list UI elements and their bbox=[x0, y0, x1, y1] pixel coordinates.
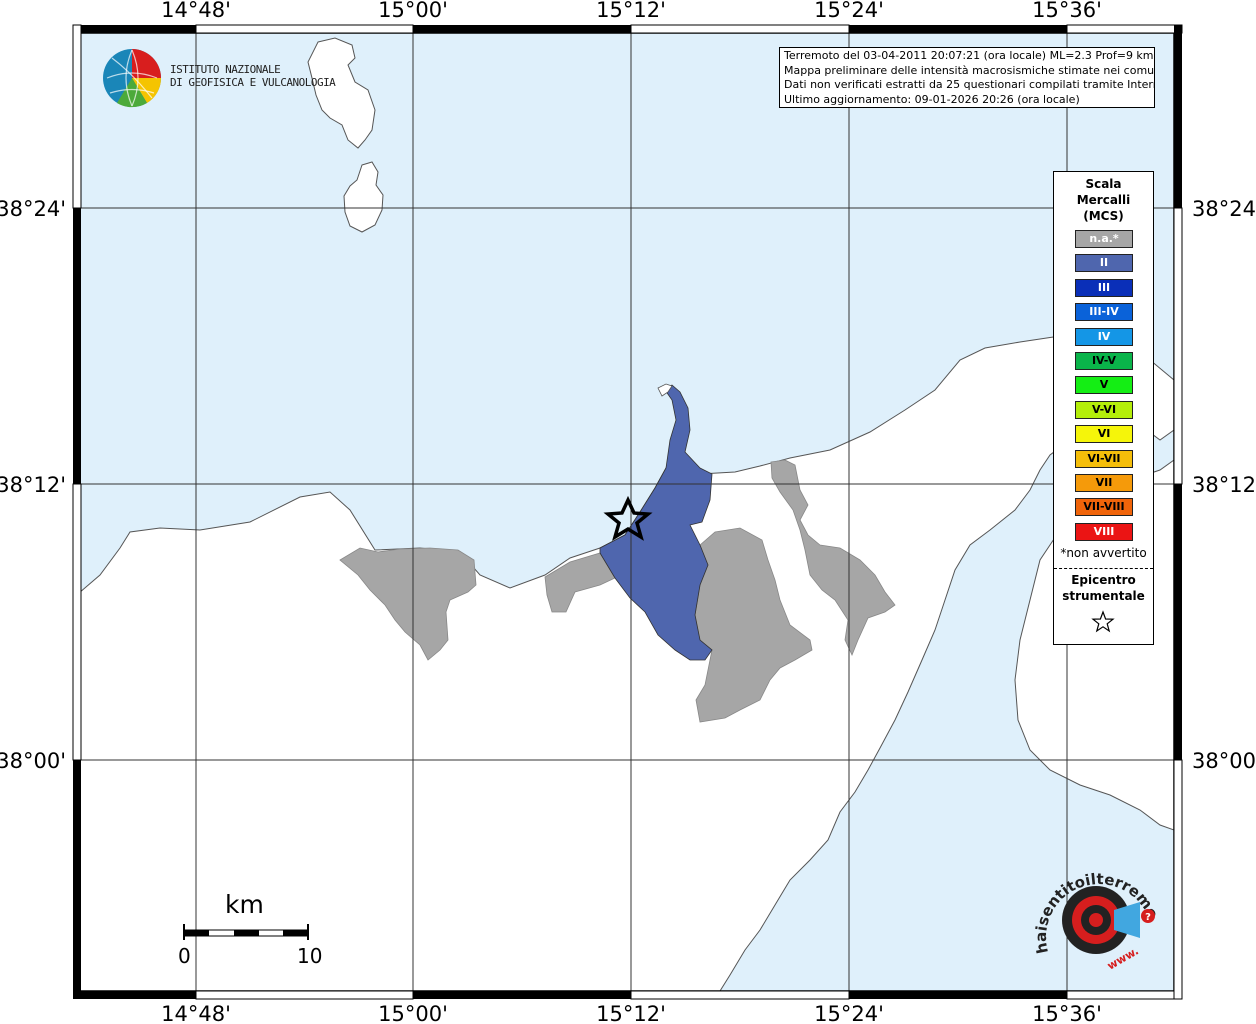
event-info-line2: Mappa preliminare delle intensità macros… bbox=[784, 63, 1155, 77]
legend-item-ii: II bbox=[1075, 254, 1133, 273]
bottom-tick-1: 14°48' bbox=[161, 1002, 231, 1024]
right-tick-3: 38°00' bbox=[1192, 749, 1256, 773]
top-tick-4: 15°24' bbox=[814, 0, 884, 22]
legend-item-vi-vii: VI-VII bbox=[1075, 449, 1133, 468]
scale-end: 10 bbox=[297, 944, 323, 968]
event-info-line3: Dati non verificati estratti da 25 quest… bbox=[784, 78, 1155, 92]
right-tick-1: 38°24' bbox=[1192, 197, 1256, 221]
bottom-tick-3: 15°12' bbox=[596, 1002, 666, 1024]
ingv-globe-icon bbox=[103, 49, 162, 108]
bottom-tick-5: 15°36' bbox=[1032, 1002, 1102, 1024]
legend-item-v: V bbox=[1075, 376, 1133, 395]
legend-item-vii: VII bbox=[1075, 474, 1133, 492]
legend-item-vi: VI bbox=[1075, 425, 1133, 444]
legend-item-vii-viii: VII-VIII bbox=[1075, 498, 1133, 517]
logo-question-mark: ? bbox=[1145, 912, 1151, 923]
ingv-logo: ISTITUTO NAZIONALE DI GEOFISICA E VULCAN… bbox=[102, 48, 336, 110]
mcs-legend: Scala Mercalli (MCS) n.a.* II III III-IV IV I… bbox=[1053, 171, 1154, 645]
event-info-box: Terremoto del 03-04-2011 20:07:21 (ora l… bbox=[779, 47, 1155, 108]
legend-item-v-vi: V-VI bbox=[1075, 400, 1133, 419]
top-tick-5: 15°36' bbox=[1032, 0, 1102, 22]
scale-bar: km 0 10 bbox=[175, 890, 325, 970]
haisentito-logo[interactable]: haisentitoilterremoto.it ? www. bbox=[1025, 848, 1170, 982]
ingv-name-line2: DI GEOFISICA E VULCANOLOGIA bbox=[170, 76, 336, 89]
ingv-name-line1: ISTITUTO NAZIONALE bbox=[170, 63, 281, 76]
top-tick-2: 15°00' bbox=[378, 0, 448, 22]
legend-epicenter-title: Epicentro strumentale bbox=[1062, 573, 1145, 603]
top-tick-3: 15°12' bbox=[596, 0, 666, 22]
bottom-tick-2: 15°00' bbox=[378, 1002, 448, 1024]
right-tick-2: 38°12' bbox=[1192, 473, 1256, 497]
event-info-line1: Terremoto del 03-04-2011 20:07:21 (ora l… bbox=[784, 49, 1154, 62]
scale-start: 0 bbox=[178, 944, 191, 968]
event-info-line4: Ultimo aggiornamento: 09-01-2026 20:26 (… bbox=[784, 92, 1080, 106]
bottom-tick-4: 15°24' bbox=[814, 1002, 884, 1024]
ingv-name: ISTITUTO NAZIONALE DI GEOFISICA E VULCAN… bbox=[170, 63, 336, 89]
legend-na-note: *non avvertito bbox=[1060, 546, 1147, 560]
scale-unit: km bbox=[225, 890, 264, 919]
top-tick-1: 14°48' bbox=[161, 0, 231, 22]
left-tick-3: 38°00' bbox=[0, 749, 66, 773]
legend-title: Scala Mercalli (MCS) bbox=[1076, 177, 1131, 223]
legend-item-iv-v: IV-V bbox=[1075, 352, 1133, 370]
legend-item-iv: IV bbox=[1075, 327, 1133, 346]
legend-item-iii-iv: III-IV bbox=[1075, 303, 1133, 322]
legend-item-n-a: n.a.* bbox=[1075, 230, 1133, 248]
legend-star-icon bbox=[1091, 610, 1115, 633]
left-tick-1: 38°24' bbox=[0, 197, 66, 221]
legend-item-viii: VIII bbox=[1075, 522, 1133, 541]
left-tick-2: 38°12' bbox=[0, 473, 66, 497]
legend-divider bbox=[1054, 568, 1153, 569]
legend-item-iii: III bbox=[1075, 278, 1133, 297]
haisentito-logo-graphic: haisentitoilterremoto.it ? www. bbox=[1025, 848, 1162, 973]
